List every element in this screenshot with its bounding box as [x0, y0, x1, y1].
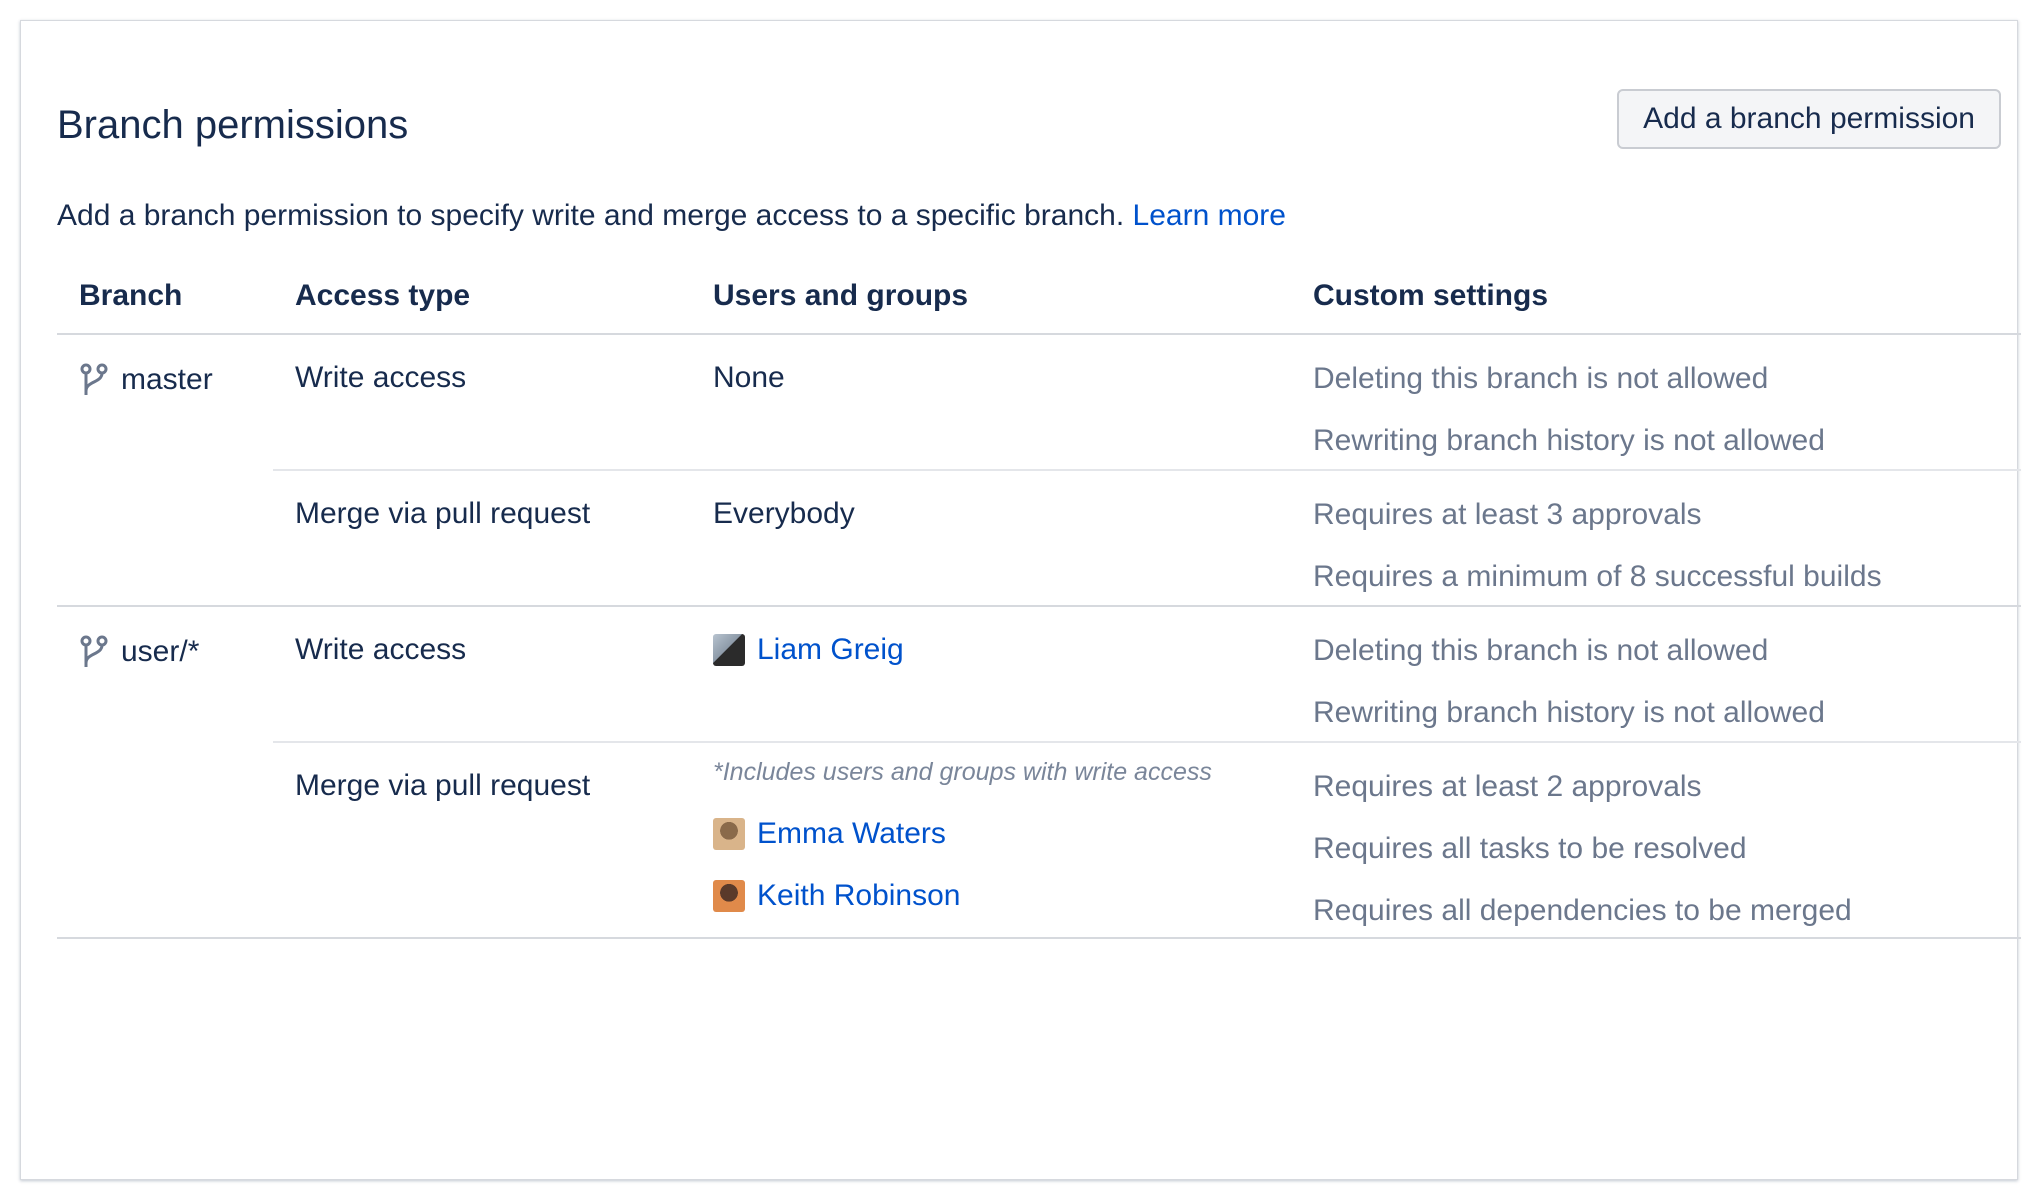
- user-entry: Keith Robinson: [713, 865, 1212, 927]
- setting-item: Requires at least 2 approvals: [1313, 770, 1702, 803]
- users-value: Everybody: [713, 497, 855, 530]
- add-branch-permission-button[interactable]: Add a branch permission: [1617, 89, 2001, 149]
- branch-icon: [80, 635, 108, 667]
- header-branch: Branch: [79, 279, 183, 312]
- user-entry: Emma Waters: [713, 803, 1212, 865]
- setting-item: Requires at least 3 approvals: [1313, 498, 1702, 531]
- table-header: Branch Access type Users and groups Cust…: [57, 261, 2021, 335]
- description-text: Add a branch permission to specify write…: [57, 199, 1125, 232]
- branch-icon: [80, 363, 108, 395]
- branch-cell: user/*: [79, 635, 199, 669]
- access-type: Merge via pull request: [295, 769, 591, 802]
- branch-name: master: [121, 363, 213, 396]
- branch-group-user: user/* Write access Liam Greig Deleting …: [57, 607, 2021, 939]
- user-entry: Liam Greig: [713, 619, 904, 681]
- custom-settings: Deleting this branch is not allowed Rewr…: [1313, 361, 1825, 485]
- custom-settings: Deleting this branch is not allowed Rewr…: [1313, 633, 1825, 757]
- access-type: Merge via pull request: [295, 497, 591, 530]
- branch-group-master: master Write access None Deleting this b…: [57, 335, 2021, 607]
- custom-settings: Requires at least 3 approvals Requires a…: [1313, 497, 1882, 621]
- learn-more-link[interactable]: Learn more: [1133, 199, 1286, 232]
- header-users-and-groups: Users and groups: [713, 279, 969, 312]
- user-avatar: [713, 880, 745, 912]
- user-link[interactable]: Emma Waters: [757, 817, 946, 851]
- header-access-type: Access type: [295, 279, 471, 312]
- users-value: None: [713, 361, 785, 394]
- permission-row: Write access Liam Greig Deleting this br…: [273, 607, 2021, 743]
- branch-cell: master: [79, 363, 213, 397]
- setting-item: Deleting this branch is not allowed: [1313, 634, 1769, 667]
- access-type: Write access: [295, 633, 467, 666]
- user-link[interactable]: Keith Robinson: [757, 879, 960, 913]
- branch-name: user/*: [121, 635, 200, 668]
- permission-row: Merge via pull request Everybody Require…: [273, 471, 2021, 605]
- users-list: Liam Greig: [713, 619, 904, 681]
- branch-permissions-panel: Branch permissions Add a branch permissi…: [20, 20, 2021, 1180]
- user-link[interactable]: Liam Greig: [757, 633, 904, 667]
- users-list: *Includes users and groups with write ac…: [713, 755, 1212, 927]
- custom-settings: Requires at least 2 approvals Requires a…: [1313, 769, 1852, 955]
- header-custom-settings: Custom settings: [1313, 279, 1549, 312]
- permission-row: Write access None Deleting this branch i…: [273, 335, 2021, 471]
- user-avatar: [713, 818, 745, 850]
- user-avatar: [713, 634, 745, 666]
- access-type: Write access: [295, 361, 467, 394]
- page-title: Branch permissions: [57, 103, 409, 147]
- page-description: Add a branch permission to specify write…: [57, 199, 1286, 233]
- setting-item: Deleting this branch is not allowed: [1313, 362, 1769, 395]
- setting-item: Requires all tasks to be resolved: [1313, 832, 1747, 865]
- permissions-table: Branch Access type Users and groups Cust…: [57, 261, 2021, 939]
- setting-item: Requires all dependencies to be merged: [1313, 894, 1852, 927]
- permission-row: Merge via pull request *Includes users a…: [273, 743, 2021, 937]
- includes-note: *Includes users and groups with write ac…: [713, 758, 1212, 786]
